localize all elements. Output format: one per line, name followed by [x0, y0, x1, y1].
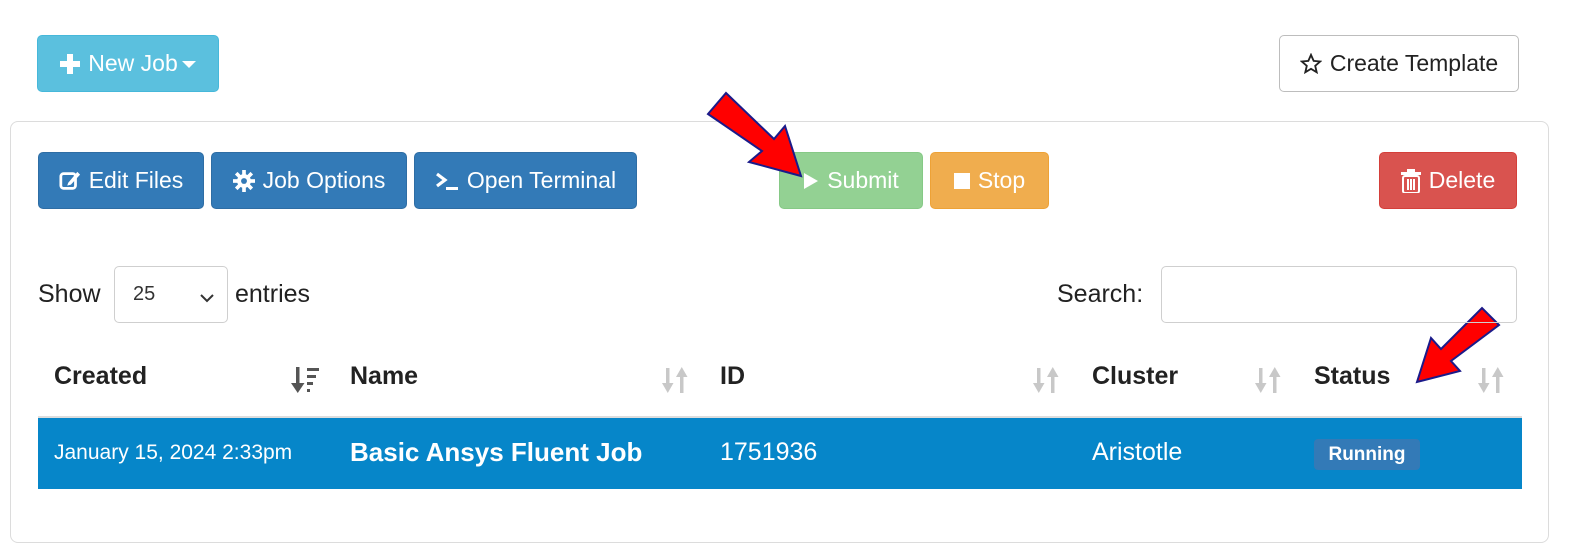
submit-label: Submit — [827, 167, 899, 193]
sort-desc-icon[interactable] — [291, 366, 321, 399]
sort-icon[interactable] — [662, 366, 690, 399]
cell-created: January 15, 2024 2:33pm — [54, 441, 293, 464]
column-header-created[interactable]: Created — [54, 362, 147, 391]
edit-files-button[interactable]: Edit Files — [38, 152, 204, 209]
cell-id: 1751936 — [720, 438, 818, 466]
cell-name[interactable]: Basic Ansys Fluent Job — [350, 437, 642, 468]
column-header-id[interactable]: ID — [720, 362, 745, 391]
caret-down-icon — [181, 59, 196, 69]
entries-label: entries — [235, 280, 311, 308]
entries-select-value: 25 — [133, 283, 156, 305]
annotation-arrow-submit — [706, 91, 803, 178]
plus-icon — [60, 53, 81, 74]
stop-label: Stop — [977, 167, 1026, 193]
column-header-name[interactable]: Name — [350, 362, 418, 391]
entries-select[interactable]: 25 — [114, 266, 228, 323]
new-job-label: New Job — [88, 50, 178, 76]
cell-cluster: Aristotle — [1092, 438, 1183, 466]
new-job-button[interactable]: New Job — [37, 35, 219, 92]
sort-icon[interactable] — [1478, 366, 1506, 399]
column-header-status[interactable]: Status — [1314, 362, 1390, 391]
edit-icon — [59, 170, 81, 192]
delete-button[interactable]: Delete — [1379, 152, 1517, 209]
edit-files-label: Edit Files — [88, 167, 184, 193]
chevron-down-icon — [199, 287, 215, 310]
stop-icon — [953, 172, 970, 189]
job-options-button[interactable]: Job Options — [211, 152, 407, 209]
search-label: Search: — [1057, 280, 1144, 308]
create-template-button[interactable]: Create Template — [1279, 35, 1519, 92]
star-outline-icon — [1299, 52, 1322, 75]
column-header-cluster[interactable]: Cluster — [1092, 362, 1178, 391]
open-terminal-label: Open Terminal — [466, 167, 617, 193]
job-options-label: Job Options — [262, 167, 386, 193]
terminal-icon — [435, 171, 459, 191]
open-terminal-button[interactable]: Open Terminal — [414, 152, 637, 209]
show-label: Show — [38, 280, 101, 308]
stop-button[interactable]: Stop — [930, 152, 1049, 209]
create-template-label: Create Template — [1329, 50, 1499, 76]
trash-icon — [1400, 168, 1421, 193]
sort-icon[interactable] — [1033, 366, 1061, 399]
status-badge: Running — [1314, 439, 1420, 470]
sort-icon[interactable] — [1255, 366, 1283, 399]
delete-label: Delete — [1428, 167, 1496, 193]
search-input[interactable] — [1161, 266, 1517, 323]
gear-icon — [232, 169, 255, 192]
